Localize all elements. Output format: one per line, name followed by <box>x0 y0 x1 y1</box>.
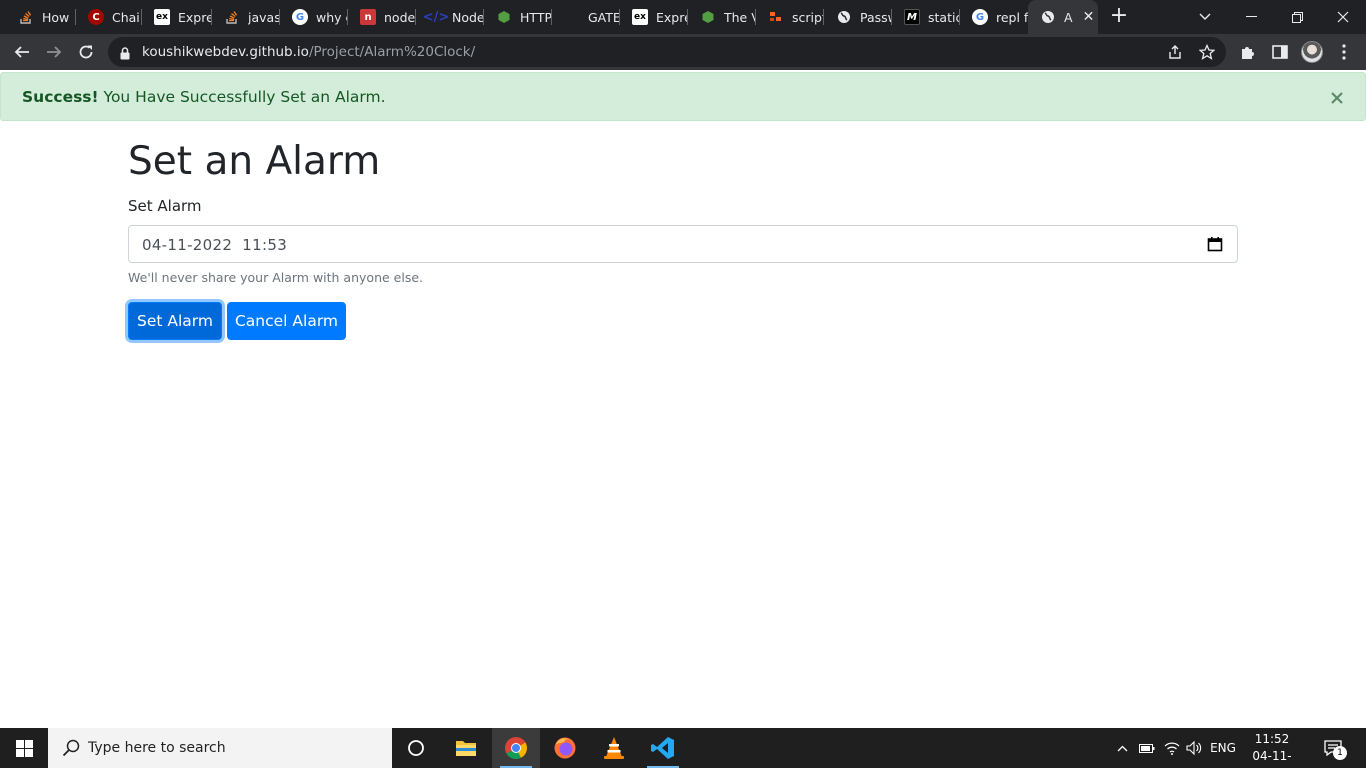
browser-tab[interactable]: Passw <box>824 0 892 34</box>
set-alarm-button[interactable]: Set Alarm <box>128 302 222 340</box>
brackets-icon: </> <box>422 9 450 25</box>
stackoverflow-icon <box>224 9 240 25</box>
success-alert: Success! You Have Successfully Set an Al… <box>0 72 1366 121</box>
datetime-value[interactable]: 04-11-2022 11:53 <box>142 236 287 254</box>
lock-icon[interactable] <box>120 45 130 64</box>
alert-text: You Have Successfully Set an Alarm. <box>98 88 386 106</box>
browser-toolbar: koushikwebdev.github.io/Project/Alarm%20… <box>0 34 1366 70</box>
clock-date: 04-11-2022 <box>1252 749 1292 780</box>
notification-count-badge: 1 <box>1333 746 1347 760</box>
chai-icon: C <box>88 9 104 25</box>
taskbar-clock[interactable]: 11:52 04-11-2022 <box>1240 731 1304 782</box>
browser-tab[interactable]: The V <box>688 0 756 34</box>
vscode-icon[interactable] <box>639 728 687 768</box>
alert-close-icon[interactable] <box>1328 89 1346 107</box>
share-icon[interactable] <box>1166 43 1184 61</box>
grid-icon <box>768 9 784 25</box>
windows-start-icon[interactable] <box>0 728 48 768</box>
nodejs-icon <box>700 9 716 25</box>
calendar-icon[interactable] <box>1207 236 1223 252</box>
forward-button[interactable] <box>40 38 68 66</box>
browser-tab[interactable]: n node <box>348 0 416 34</box>
restore-button[interactable] <box>1274 0 1320 34</box>
task-view-icon[interactable] <box>392 728 440 768</box>
alarm-field-label: Set Alarm <box>128 197 202 215</box>
npm-icon: n <box>360 9 376 25</box>
chrome-icon[interactable] <box>492 728 540 768</box>
express-icon: ex <box>154 9 170 25</box>
page-title: Set an Alarm <box>128 139 381 184</box>
show-hidden-icons-chevron-icon[interactable] <box>1112 728 1132 768</box>
google-icon: G <box>972 9 988 25</box>
search-icon <box>62 739 80 761</box>
browser-tab[interactable]: </> Node <box>416 0 484 34</box>
alert-message: Success! You Have Successfully Set an Al… <box>22 88 386 106</box>
google-icon: G <box>292 9 308 25</box>
search-placeholder: Type here to search <box>88 740 226 756</box>
profile-avatar[interactable] <box>1301 41 1323 63</box>
help-text: We'll never share your Alarm with anyone… <box>128 270 423 285</box>
browser-tab[interactable]: C Chai <box>76 0 142 34</box>
address-bar[interactable]: koushikwebdev.github.io/Project/Alarm%20… <box>108 37 1226 67</box>
close-tab-icon[interactable]: ✕ <box>1083 9 1095 25</box>
express-icon: ex <box>632 9 648 25</box>
browser-tab[interactable]: M static <box>892 0 960 34</box>
side-panel-icon[interactable] <box>1270 42 1290 62</box>
bookmark-star-icon[interactable] <box>1198 43 1216 61</box>
extensions-puzzle-icon[interactable] <box>1238 42 1258 62</box>
vlc-icon[interactable] <box>590 728 638 768</box>
wifi-icon[interactable] <box>1161 728 1183 768</box>
globe-icon <box>836 9 852 25</box>
nodejs-icon <box>496 9 512 25</box>
browser-tab[interactable]: How <box>6 0 76 34</box>
browser-tab[interactable]: ex Expre <box>620 0 688 34</box>
url-text[interactable]: koushikwebdev.github.io/Project/Alarm%20… <box>142 44 475 60</box>
alert-strong: Success! <box>22 88 99 106</box>
tab-search-chevron-icon[interactable] <box>1182 0 1228 34</box>
volume-icon[interactable] <box>1184 728 1204 768</box>
file-explorer-icon[interactable] <box>442 728 490 768</box>
browser-tab[interactable]: HTTP <box>484 0 552 34</box>
clock-time: 11:52 <box>1254 732 1290 746</box>
close-window-button[interactable] <box>1320 0 1366 34</box>
browser-tab-strip: How C Chai ex Expre javas G why c n node… <box>0 0 1366 34</box>
browser-tab[interactable]: ex Expre <box>142 0 212 34</box>
minimize-button[interactable] <box>1228 0 1274 34</box>
browser-tab[interactable]: G repl f <box>960 0 1028 34</box>
battery-icon[interactable] <box>1136 728 1158 768</box>
firefox-icon[interactable] <box>541 728 589 768</box>
new-tab-button[interactable]: + <box>1108 4 1130 30</box>
browser-tab[interactable]: script <box>756 0 824 34</box>
browser-tab[interactable]: GATE <box>552 0 620 34</box>
stackoverflow-icon <box>18 9 34 25</box>
browser-tab[interactable]: G why c <box>280 0 348 34</box>
reload-button[interactable] <box>72 38 100 66</box>
m-icon: M <box>904 9 920 25</box>
windows-taskbar: Type here to search ENG 11:52 04-11-2022… <box>0 728 1366 780</box>
globe-icon <box>1040 9 1056 25</box>
kebab-menu-icon[interactable] <box>1334 42 1354 62</box>
browser-tab-active[interactable]: A ✕ <box>1028 0 1098 34</box>
language-indicator[interactable]: ENG <box>1207 728 1239 768</box>
browser-tab[interactable]: javas <box>212 0 280 34</box>
taskbar-search-box[interactable]: Type here to search <box>48 728 392 768</box>
blank-icon <box>564 9 580 25</box>
back-button[interactable] <box>8 38 36 66</box>
alarm-datetime-input[interactable]: 04-11-2022 11:53 <box>128 225 1238 263</box>
cancel-alarm-button[interactable]: Cancel Alarm <box>227 302 346 340</box>
